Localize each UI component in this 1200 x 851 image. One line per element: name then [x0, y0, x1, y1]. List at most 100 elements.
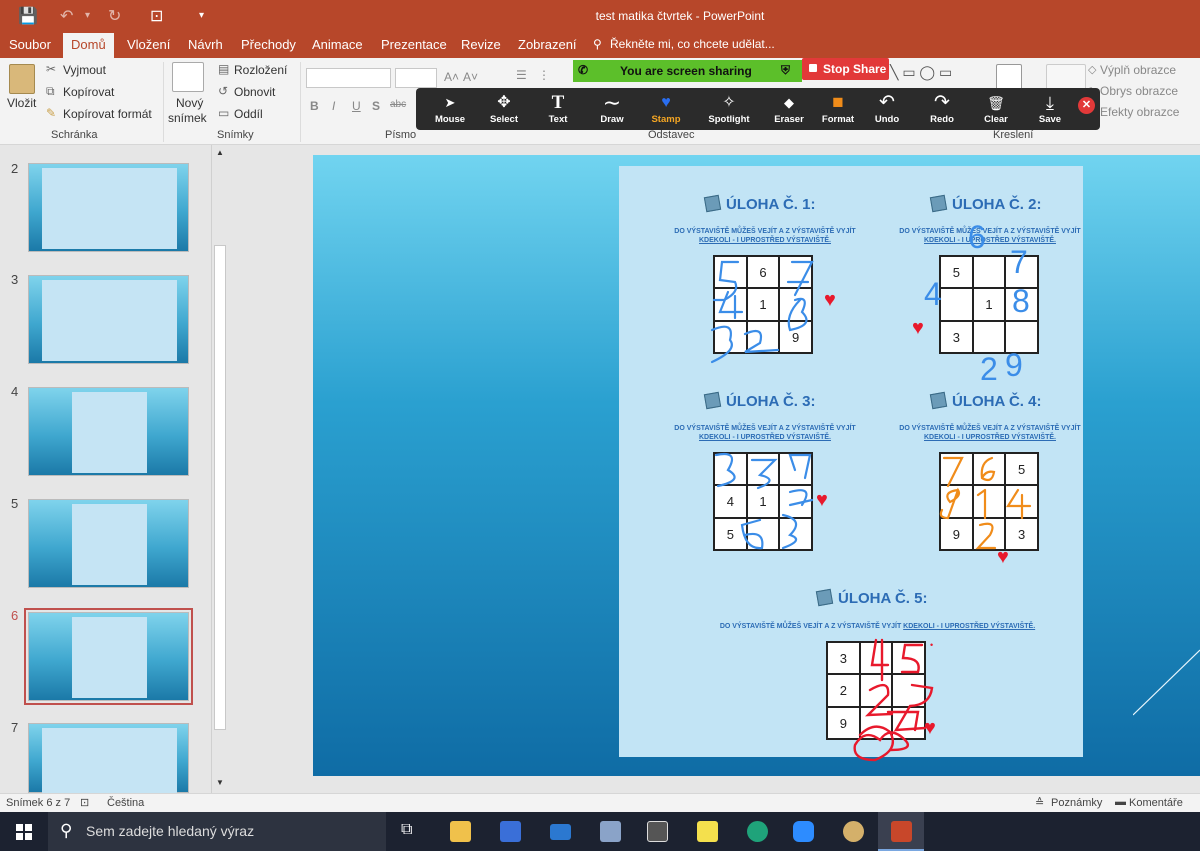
undo-icon: ↶: [879, 92, 895, 113]
slide-thumbnail-7[interactable]: [28, 723, 189, 794]
taskbar-zoom[interactable]: [780, 812, 826, 851]
thumbnail-scrollbar[interactable]: ▲ ▼: [211, 145, 228, 793]
trash-icon: 🗑: [987, 95, 1005, 111]
shrink-font-icon[interactable]: A˅: [463, 70, 478, 84]
scroll-down-icon[interactable]: ▼: [216, 778, 224, 787]
tool-format[interactable]: ■ Format: [811, 88, 865, 130]
shadow-button[interactable]: S: [372, 99, 380, 113]
grow-font-icon[interactable]: A˄: [444, 70, 459, 84]
taskbar-paint[interactable]: [830, 812, 876, 851]
tool-eraser[interactable]: ◆ Eraser: [762, 88, 816, 130]
paste-icon[interactable]: [9, 64, 35, 94]
tab-prechody[interactable]: Přechody: [241, 37, 296, 52]
bold-button[interactable]: B: [310, 99, 319, 113]
grid-cell: 1: [746, 288, 780, 321]
shape-fill-icon: ◇: [1088, 64, 1097, 76]
tool-save[interactable]: ⤓ Save: [1023, 88, 1077, 130]
thumbnail-number: 5: [11, 496, 19, 511]
numbering-icon[interactable]: ⋮: [538, 68, 550, 82]
notes-icon: ≙: [1035, 797, 1045, 809]
grid-cell: 4: [714, 485, 747, 518]
italic-button[interactable]: I: [332, 99, 335, 113]
task-view-button[interactable]: ⧉: [387, 812, 433, 851]
spellcheck-icon[interactable]: ⊡: [80, 796, 89, 809]
tab-prezentace[interactable]: Prezentace: [381, 37, 447, 52]
tab-revize[interactable]: Revize: [461, 37, 501, 52]
new-slide-button[interactable]: Nový: [176, 96, 203, 110]
tool-draw[interactable]: ∼ Draw: [585, 88, 639, 130]
shape-fill-button[interactable]: Výplň obrazce: [1100, 63, 1176, 77]
taskbar-search[interactable]: ⚲ Sem zadejte hledaný výraz: [48, 812, 386, 851]
heart-stamp-icon: ♥: [997, 546, 1009, 568]
new-slide-icon[interactable]: [172, 62, 204, 92]
language-indicator[interactable]: Čeština: [107, 797, 144, 809]
select-move-icon: ✥: [497, 94, 511, 111]
slide-thumbnail-4[interactable]: [28, 387, 189, 476]
taskbar-calculator[interactable]: [634, 812, 680, 851]
shapes-gallery[interactable]: ╲ ▭ ◯ ▭: [890, 64, 952, 81]
tool-clear[interactable]: 🗑 Clear: [969, 88, 1023, 130]
slide-thumbnail-3[interactable]: [28, 275, 189, 364]
paint-palette-icon: [843, 821, 864, 842]
shape-outline-button[interactable]: Obrys obrazce: [1100, 84, 1178, 98]
tab-domu[interactable]: Domů: [63, 33, 114, 58]
scroll-up-icon[interactable]: ▲: [216, 148, 224, 157]
stop-icon: [809, 64, 817, 72]
stamp-heart-icon: ♥: [661, 94, 671, 111]
grid-cell: 3: [827, 642, 860, 675]
tab-navrh[interactable]: Návrh: [188, 37, 223, 52]
taskbar-cube[interactable]: [587, 812, 633, 851]
close-annotation-icon[interactable]: ✕: [1078, 97, 1095, 114]
slide-thumbnail-6[interactable]: [24, 608, 193, 705]
document-title: test matika čtvrtek - PowerPoint: [595, 9, 765, 23]
tool-mouse[interactable]: ➤ Mouse: [423, 88, 477, 130]
comments-button[interactable]: Komentáře: [1129, 797, 1183, 809]
scrollbar-thumb[interactable]: [214, 245, 226, 730]
font-group-label: Písmo: [385, 129, 417, 141]
annotation-toolbar: ➤ Mouse ✥ Select T Text ∼ Draw ♥ Stamp ✧ Spotl…: [416, 88, 1100, 130]
tell-me-search[interactable]: Řekněte mi, co chcete udělat...: [610, 37, 775, 51]
grid-cell: [972, 453, 1006, 486]
reset-button[interactable]: Obnovit: [234, 85, 275, 99]
paste-button[interactable]: Vložit: [7, 96, 36, 110]
start-button[interactable]: [0, 812, 48, 851]
tool-undo[interactable]: ↶ Undo: [860, 88, 914, 130]
taskbar-store[interactable]: [487, 812, 533, 851]
tool-redo[interactable]: ↷ Redo: [915, 88, 969, 130]
grid-cell: [972, 320, 1006, 353]
stop-share-button[interactable]: Stop Share: [802, 58, 889, 80]
font-family-select[interactable]: [306, 68, 391, 88]
tool-select[interactable]: ✥ Select: [477, 88, 531, 130]
format-painter-button[interactable]: Kopírovat formát: [63, 107, 152, 121]
tab-zobrazeni[interactable]: Zobrazení: [518, 37, 577, 52]
shape-effects-button[interactable]: Efekty obrazce: [1100, 105, 1179, 119]
taskbar-sticky-notes[interactable]: [684, 812, 730, 851]
format-painter-icon: ✎: [46, 106, 57, 120]
new-slide-button-line2[interactable]: snímek: [168, 111, 207, 125]
taskbar-mail[interactable]: [537, 812, 583, 851]
task-instruction-5: DO VÝSTAVIŠTĚ MŮŽEŠ VEJÍT A Z VÝSTAVIŠTĚ…: [719, 623, 1036, 630]
bullets-icon[interactable]: ☰: [516, 68, 527, 82]
underline-button[interactable]: U: [352, 99, 361, 113]
tab-vlozeni[interactable]: Vložení: [127, 37, 170, 52]
font-size-select[interactable]: [395, 68, 437, 88]
slide-thumbnail-5[interactable]: [28, 499, 189, 588]
copy-button[interactable]: Kopírovat: [63, 85, 114, 99]
tab-animace[interactable]: Animace: [312, 37, 363, 52]
ribbon-tabs: Soubor Domů Vložení Návrh Přechody Anima…: [0, 33, 1200, 58]
taskbar-file-explorer[interactable]: [437, 812, 483, 851]
cut-button[interactable]: Vyjmout: [63, 63, 106, 77]
tool-spotlight[interactable]: ✧ Spotlight: [700, 88, 758, 130]
edge-beta-icon: [747, 821, 768, 842]
slide-thumbnail-2[interactable]: [28, 163, 189, 252]
strikethrough-button[interactable]: abc: [390, 99, 406, 110]
section-button[interactable]: Oddíl: [234, 107, 263, 121]
tool-text[interactable]: T Text: [531, 88, 585, 130]
tab-soubor[interactable]: Soubor: [9, 37, 51, 52]
tool-stamp[interactable]: ♥ Stamp: [639, 88, 693, 130]
draw-squiggle-icon: ∼: [602, 90, 622, 115]
layout-button[interactable]: Rozložení: [234, 63, 287, 77]
taskbar-edge[interactable]: [734, 812, 780, 851]
notes-button[interactable]: Poznámky: [1051, 797, 1102, 809]
taskbar-powerpoint[interactable]: [878, 812, 924, 851]
